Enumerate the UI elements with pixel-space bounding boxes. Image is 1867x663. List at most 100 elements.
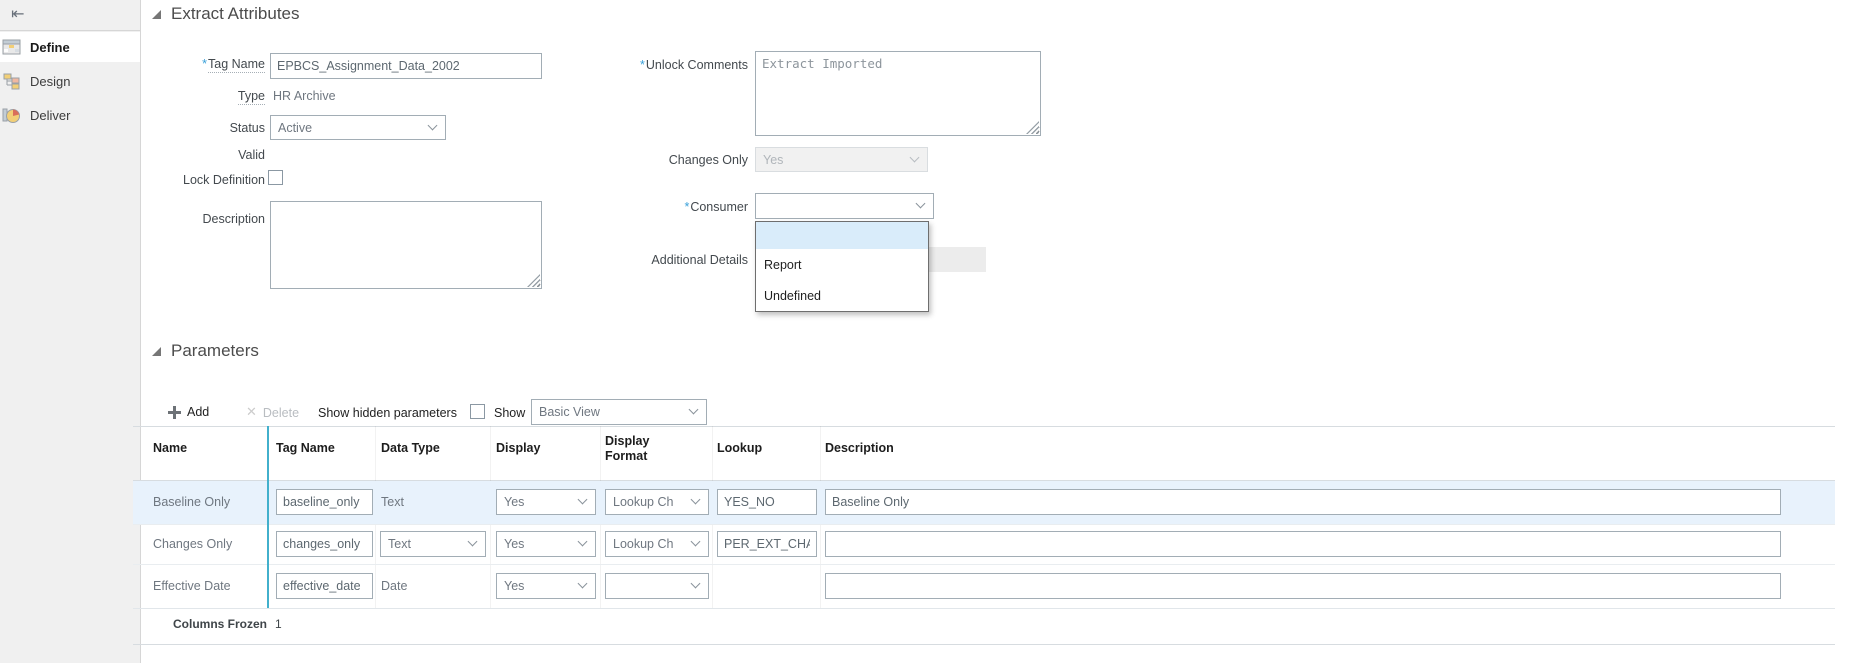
chevron-down-icon [468, 537, 478, 547]
changes-only-select: Yes [755, 147, 928, 172]
row-name-cell[interactable]: Baseline Only [153, 495, 230, 509]
additional-details-label: Additional Details [560, 253, 748, 269]
view-select[interactable]: Basic View [531, 399, 707, 425]
delete-parameter-button: ✕ Delete [246, 405, 299, 420]
consumer-dropdown-list: Report Undefined [755, 221, 929, 312]
select-value: Text [388, 537, 411, 551]
row-display-select[interactable]: Yes [496, 489, 596, 515]
deliver-chart-icon [2, 106, 21, 124]
sidebar-item-design[interactable]: Design [0, 66, 140, 96]
chevron-down-icon [578, 537, 588, 547]
add-button-label: Add [187, 405, 209, 419]
plus-icon [168, 406, 181, 419]
view-select-value: Basic View [539, 405, 600, 419]
extract-definition-page: ⇤ Define Design [0, 0, 1867, 663]
section-title: Parameters [171, 341, 259, 361]
consumer-option-blank[interactable] [756, 222, 928, 249]
columns-frozen-status: Columns Frozen1 [173, 617, 282, 631]
valid-label: Valid [120, 148, 265, 164]
parameters-header[interactable]: Parameters [152, 341, 259, 361]
chevron-down-icon [910, 152, 920, 162]
columns-frozen-label: Columns Frozen [173, 617, 267, 631]
row-lookup-input[interactable] [717, 489, 817, 515]
chevron-down-icon [691, 495, 701, 505]
required-marker: * [202, 57, 207, 71]
row-name-cell[interactable]: Effective Date [153, 579, 231, 593]
select-value: Yes [504, 495, 524, 509]
row-display-select[interactable]: Yes [496, 573, 596, 599]
unlock-comments-textarea[interactable]: Extract Imported [755, 51, 1041, 136]
chevron-down-icon [916, 199, 926, 209]
chevron-down-icon [578, 495, 588, 505]
table-top-border [133, 426, 1835, 427]
row-display-format-select[interactable]: Lookup Ch [605, 531, 709, 557]
define-grid-icon [2, 38, 21, 56]
chevron-down-icon [691, 579, 701, 589]
row-data-type-select[interactable]: Text [380, 531, 486, 557]
chevron-down-icon [691, 537, 701, 547]
row-tag-name-input[interactable] [276, 489, 373, 515]
sidebar-item-label: Design [30, 74, 70, 89]
row-display-format-select[interactable] [605, 573, 709, 599]
status-label: Status [120, 121, 265, 137]
collapse-section-icon [152, 347, 161, 356]
tag-name-label: *Tag Name [120, 57, 265, 73]
select-value: Lookup Ch [613, 537, 673, 551]
required-marker: * [684, 200, 689, 214]
row-lookup-input[interactable] [717, 531, 817, 557]
collapse-sidebar-button[interactable]: ⇤ [0, 0, 140, 31]
section-title: Extract Attributes [171, 4, 300, 24]
select-value: Yes [504, 579, 524, 593]
select-value: Lookup Ch [613, 495, 673, 509]
collapse-left-icon: ⇤ [11, 4, 24, 23]
delete-button-label: Delete [263, 406, 299, 420]
changes-only-select-value: Yes [763, 153, 783, 167]
column-header-description[interactable]: Description [825, 441, 894, 456]
column-header-display-format[interactable]: Display Format [605, 434, 665, 464]
row-border [133, 608, 1835, 609]
show-hidden-parameters-checkbox[interactable] [470, 404, 485, 419]
chevron-down-icon [578, 579, 588, 589]
row-border [133, 564, 1835, 565]
consumer-select[interactable] [755, 193, 934, 219]
add-parameter-button[interactable]: Add [168, 405, 209, 419]
column-header-data-type[interactable]: Data Type [381, 441, 440, 456]
column-header-name[interactable]: Name [153, 441, 187, 456]
sidebar-item-label: Define [30, 40, 70, 55]
x-delete-icon: ✕ [246, 405, 257, 420]
row-data-type-value: Text [381, 495, 404, 509]
row-display-format-select[interactable]: Lookup Ch [605, 489, 709, 515]
lock-definition-label: Lock Definition [120, 173, 265, 189]
sidebar-item-deliver[interactable]: Deliver [0, 100, 140, 130]
row-description-input[interactable] [825, 573, 1781, 599]
status-select-value: Active [278, 121, 312, 135]
column-header-lookup[interactable]: Lookup [717, 441, 762, 456]
row-description-input[interactable] [825, 531, 1781, 557]
design-hierarchy-icon [2, 72, 21, 90]
sidebar-item-label: Deliver [30, 108, 70, 123]
type-label: Type [120, 89, 265, 105]
chevron-down-icon [689, 405, 699, 415]
frozen-column-divider[interactable] [267, 426, 269, 608]
extract-attributes-header[interactable]: Extract Attributes [152, 4, 300, 24]
tag-name-input[interactable] [270, 53, 542, 79]
lock-definition-checkbox[interactable] [268, 170, 283, 185]
consumer-label: *Consumer [560, 200, 748, 216]
consumer-option-undefined[interactable]: Undefined [756, 280, 928, 311]
sidebar-item-define[interactable]: Define [0, 32, 140, 62]
row-display-select[interactable]: Yes [496, 531, 596, 557]
row-description-input[interactable] [825, 489, 1781, 515]
required-marker: * [640, 58, 645, 72]
chevron-down-icon [428, 120, 438, 130]
column-header-display[interactable]: Display [496, 441, 540, 456]
description-textarea[interactable] [270, 201, 542, 289]
show-label: Show [494, 406, 525, 420]
status-select[interactable]: Active [270, 115, 446, 140]
consumer-option-report[interactable]: Report [756, 249, 928, 280]
column-header-tag-name[interactable]: Tag Name [276, 441, 335, 456]
row-tag-name-input[interactable] [276, 531, 373, 557]
table-bottom-border [133, 644, 1835, 645]
row-tag-name-input[interactable] [276, 573, 373, 599]
row-name-cell[interactable]: Changes Only [153, 537, 232, 551]
description-label: Description [120, 212, 265, 228]
